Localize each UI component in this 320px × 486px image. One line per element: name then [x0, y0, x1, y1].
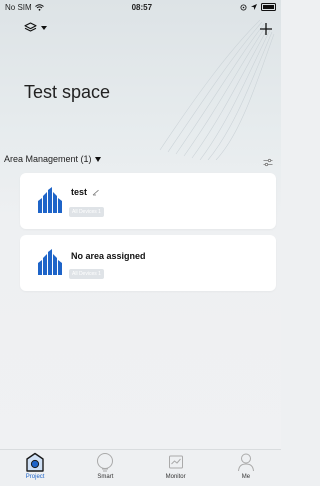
- area-management-dropdown[interactable]: Area Management (1): [4, 154, 101, 164]
- area-name: No area assigned: [71, 251, 146, 261]
- tab-smart[interactable]: Smart: [75, 450, 135, 486]
- top-toolbar: [0, 18, 281, 42]
- tab-monitor[interactable]: Monitor: [146, 450, 206, 486]
- location-icon: [240, 4, 247, 10]
- space-switcher-button[interactable]: [24, 22, 47, 34]
- sliders-icon: [263, 158, 273, 167]
- clock-label: 08:57: [131, 2, 153, 12]
- edit-icon[interactable]: [92, 189, 100, 196]
- device-count-chip: All Devices 1: [69, 207, 104, 217]
- phone-screen: No SIM 08:57 Test space Area Management …: [0, 0, 281, 486]
- caret-down-icon: [94, 156, 101, 162]
- device-count-chip: All Devices 1: [69, 269, 104, 279]
- user-icon: [237, 453, 254, 472]
- add-button[interactable]: [259, 18, 273, 40]
- layers-icon: [24, 22, 37, 32]
- caret-down-icon: [41, 26, 47, 30]
- area-card-test[interactable]: test All Devices 1: [20, 173, 276, 229]
- chart-icon: [168, 455, 183, 469]
- area-card-no-area[interactable]: No area assigned All Devices 1: [20, 235, 276, 291]
- tab-me[interactable]: Me: [216, 450, 276, 486]
- tab-project[interactable]: Project: [5, 450, 65, 486]
- wifi-icon: [34, 3, 44, 11]
- tab-project-label: Project: [25, 474, 45, 480]
- carrier-label: No SIM: [5, 2, 32, 12]
- area-name-row: test: [71, 187, 100, 197]
- area-management-row: Area Management (1): [0, 154, 281, 168]
- navigation-arrow-icon: [250, 4, 257, 10]
- status-right: [240, 3, 276, 11]
- lightbulb-icon: [97, 453, 114, 472]
- bottom-tab-bar: Project Smart Monitor Me: [0, 449, 281, 486]
- status-left: No SIM: [5, 3, 44, 12]
- space-title: Test space: [24, 82, 111, 102]
- tab-me-label: Me: [241, 474, 251, 480]
- area-management-label: Area Management (1): [4, 154, 92, 164]
- building-icon: [38, 187, 62, 213]
- home-icon: [26, 452, 44, 472]
- area-name: test: [71, 187, 88, 197]
- battery-icon: [260, 3, 276, 11]
- tab-monitor-label: Monitor: [165, 474, 186, 480]
- tab-smart-label: Smart: [97, 474, 114, 480]
- filter-button[interactable]: [263, 154, 273, 172]
- area-name-row: No area assigned: [71, 251, 146, 261]
- building-icon: [38, 249, 62, 275]
- status-bar: No SIM 08:57: [0, 0, 281, 14]
- plus-icon: [260, 23, 272, 35]
